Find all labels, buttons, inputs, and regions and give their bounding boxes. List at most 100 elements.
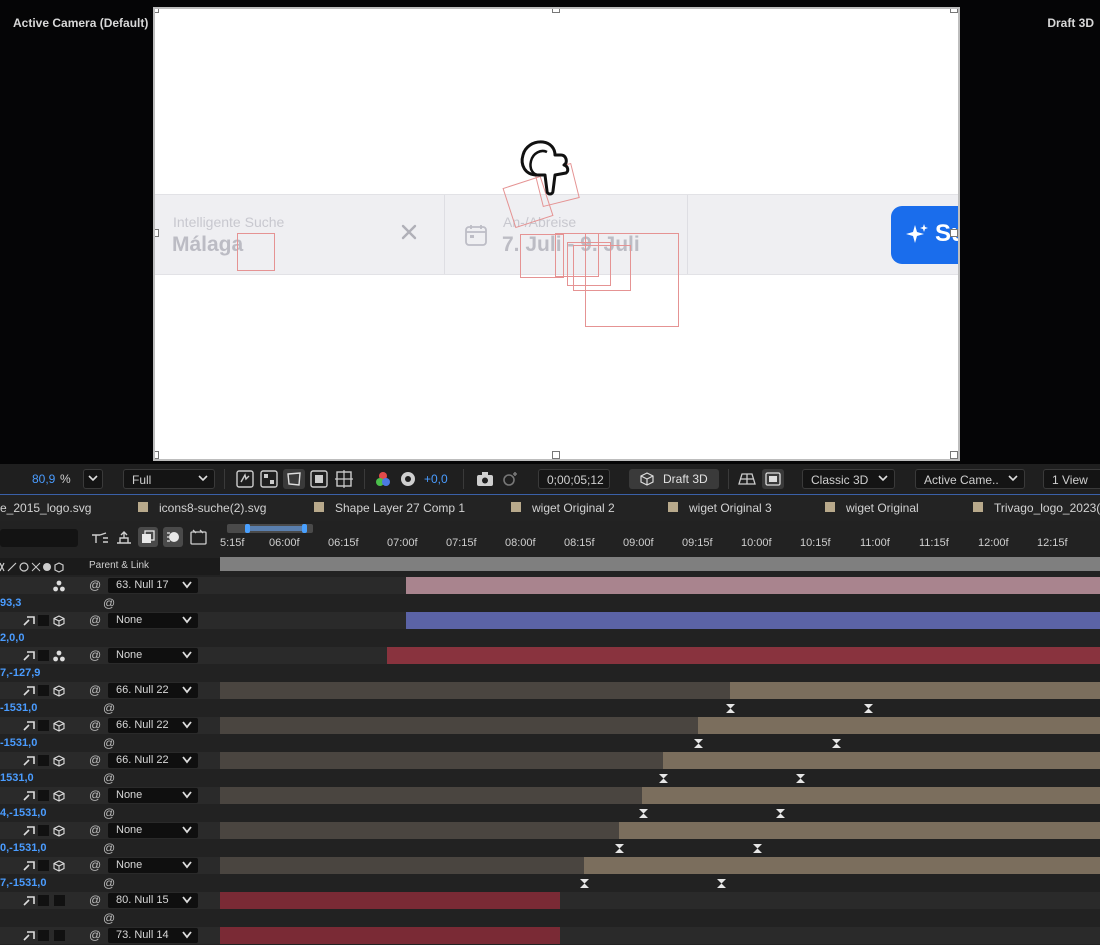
shy-layers-icon[interactable] — [91, 531, 109, 545]
parent-dropdown[interactable]: 63. Null 17 — [108, 578, 198, 593]
transform-handle[interactable] — [155, 451, 159, 459]
transform-handle[interactable] — [155, 9, 159, 13]
layer-duration-bar[interactable] — [220, 927, 560, 944]
keyframe-icon[interactable] — [659, 774, 668, 783]
composition-viewer[interactable]: Active Camera (Default) Draft 3D Intelli… — [0, 0, 1100, 464]
draft-3d-toggle[interactable] — [163, 527, 183, 547]
pick-whip-icon[interactable]: @ — [89, 753, 101, 767]
switch-box[interactable] — [38, 720, 49, 731]
keyframe-icon[interactable] — [615, 844, 624, 853]
resolution-dropdown[interactable]: Full — [123, 469, 215, 489]
camera-dropdown[interactable]: Active Came.. — [915, 469, 1025, 489]
transparency-grid-icon[interactable] — [260, 470, 278, 488]
switch-box[interactable] — [38, 930, 49, 941]
pick-whip-icon[interactable]: @ — [89, 788, 101, 802]
layer-duration-bar[interactable] — [663, 752, 1100, 769]
time-navigator[interactable] — [227, 524, 313, 533]
switch-box[interactable] — [38, 825, 49, 836]
3d-layer-icon[interactable] — [53, 825, 65, 837]
layer-row[interactable]: @ 66. Null 22 — [0, 717, 220, 734]
channel-rgb-icon[interactable] — [375, 471, 391, 487]
layer-row[interactable]: @ None — [0, 857, 220, 874]
switch-box[interactable] — [38, 755, 49, 766]
tab-icons8-suche[interactable]: icons8-suche(2).svg — [159, 501, 266, 515]
view-layout-dropdown[interactable]: 1 View — [1043, 469, 1100, 489]
tab-logo-svg[interactable]: e_2015_logo.svg — [0, 501, 91, 515]
layer-duration-bar[interactable] — [642, 787, 1100, 804]
parent-dropdown[interactable]: 66. Null 22 — [108, 683, 198, 698]
layer-row[interactable]: @ None — [0, 612, 220, 629]
exposure-value[interactable]: +0,0 — [424, 472, 448, 486]
3d-layer-icon[interactable] — [53, 790, 65, 802]
transform-handle[interactable] — [552, 451, 560, 459]
property-value[interactable]: 7,-1531,0 — [0, 877, 46, 889]
pick-whip-icon[interactable]: @ — [103, 701, 115, 715]
draft-3d-button[interactable]: Draft 3D — [629, 469, 719, 489]
pick-whip-icon[interactable]: @ — [103, 736, 115, 750]
keyframe-icon[interactable] — [753, 844, 762, 853]
pick-whip-icon[interactable]: @ — [89, 578, 101, 592]
parent-dropdown[interactable]: 73. Null 14 — [108, 928, 198, 943]
snapshot-camera-icon[interactable] — [476, 471, 494, 487]
3d-layer-icon[interactable] — [53, 860, 65, 872]
switch-box[interactable] — [38, 650, 49, 661]
pick-whip-icon[interactable]: @ — [103, 911, 115, 925]
tab-wiget-original[interactable]: wiget Original — [846, 501, 919, 515]
3d-layer-icon[interactable] — [53, 685, 65, 697]
layer-duration-bar[interactable] — [220, 892, 560, 909]
renderer-dropdown[interactable]: Classic 3D — [802, 469, 895, 489]
layer-row[interactable]: @ None — [0, 787, 220, 804]
layer-duration-bar[interactable] — [387, 647, 1100, 664]
zoom-dropdown[interactable] — [83, 469, 103, 489]
switch-box[interactable] — [38, 685, 49, 696]
parent-dropdown[interactable]: None — [108, 788, 198, 803]
property-value[interactable]: -1531,0 — [0, 702, 37, 714]
tab-shape-layer-27[interactable]: Shape Layer 27 Comp 1 — [335, 501, 465, 515]
pick-whip-icon[interactable]: @ — [89, 928, 101, 942]
layer-search-input[interactable] — [0, 529, 78, 547]
grid-guides-icon[interactable] — [335, 470, 353, 488]
keyframe-icon[interactable] — [580, 879, 589, 888]
pick-whip-icon[interactable]: @ — [89, 858, 101, 872]
pick-whip-icon[interactable]: @ — [89, 893, 101, 907]
tab-trivago-logo[interactable]: Trivago_logo_2023(1 — [994, 501, 1100, 515]
parent-dropdown[interactable]: 66. Null 22 — [108, 753, 198, 768]
region-of-interest-icon[interactable] — [310, 470, 328, 488]
3d-layer-icon[interactable] — [53, 615, 65, 627]
composition-canvas[interactable]: Intelligente Suche Málaga An-/Abreise 7.… — [153, 7, 960, 461]
parent-dropdown[interactable]: 80. Null 15 — [108, 893, 198, 908]
show-snapshot-icon[interactable] — [501, 471, 519, 487]
layer-row[interactable]: @ None — [0, 647, 220, 664]
pick-whip-icon[interactable]: @ — [103, 596, 115, 610]
pick-whip-icon[interactable]: @ — [103, 771, 115, 785]
property-value[interactable]: 7,-127,9 — [0, 667, 40, 679]
transform-handle[interactable] — [552, 9, 560, 13]
pick-whip-icon[interactable]: @ — [89, 613, 101, 627]
property-value[interactable]: -1531,0 — [0, 737, 37, 749]
keyframe-icon[interactable] — [726, 704, 735, 713]
mask-visibility-button[interactable] — [283, 469, 305, 489]
motion-blur-toggle[interactable] — [138, 527, 158, 547]
parent-dropdown[interactable]: None — [108, 858, 198, 873]
layer-duration-bar[interactable] — [730, 682, 1100, 699]
switch-box[interactable] — [38, 860, 49, 871]
3d-layer-icon[interactable] — [53, 755, 65, 767]
time-graph[interactable]: 5:15f 06:00f 06:15f 07:00f 07:15f 08:00f… — [220, 521, 1100, 945]
graph-editor-icon[interactable] — [190, 529, 208, 545]
parent-dropdown[interactable]: None — [108, 613, 198, 628]
frame-blending-icon[interactable] — [115, 531, 133, 545]
time-ruler[interactable]: 5:15f 06:00f 06:15f 07:00f 07:15f 08:00f… — [220, 535, 1100, 555]
layer-row[interactable]: @ None — [0, 822, 220, 839]
transform-handle[interactable] — [950, 229, 958, 237]
layer-row[interactable]: @ 80. Null 15 — [0, 892, 220, 909]
pick-whip-icon[interactable]: @ — [103, 806, 115, 820]
keyframe-icon[interactable] — [776, 809, 785, 818]
property-value[interactable]: 1531,0 — [0, 772, 34, 784]
work-area-bar[interactable] — [220, 557, 1100, 571]
ground-plane-icon[interactable] — [738, 471, 756, 487]
tab-wiget-original-2[interactable]: wiget Original 2 — [532, 501, 615, 515]
fast-preview-icon[interactable] — [236, 470, 254, 488]
layer-row[interactable]: @ 66. Null 22 — [0, 752, 220, 769]
switch-box[interactable] — [38, 615, 49, 626]
parent-dropdown[interactable]: 66. Null 22 — [108, 718, 198, 733]
